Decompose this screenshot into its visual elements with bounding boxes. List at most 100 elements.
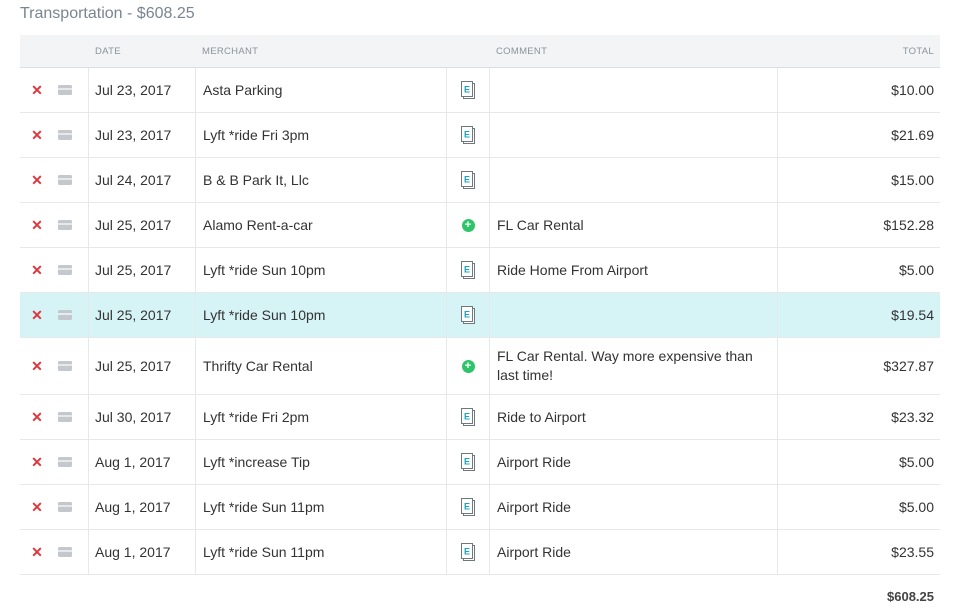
credit-card-icon[interactable] [58, 457, 72, 467]
delete-icon[interactable]: ✕ [31, 455, 43, 469]
expense-merchant: Lyft *ride Sun 11pm [203, 499, 325, 515]
delete-cell: ✕ [20, 113, 54, 157]
header-comment[interactable]: COMMENT [489, 35, 777, 68]
date-cell: Jul 23, 2017 [88, 113, 195, 157]
expense-total: $5.00 [898, 499, 934, 515]
delete-icon[interactable]: ✕ [31, 359, 43, 373]
payment-cell [54, 485, 88, 529]
receipt-icon[interactable]: E [461, 453, 475, 471]
expense-total: $21.69 [891, 127, 934, 143]
comment-cell[interactable]: Airport Ride [489, 440, 777, 484]
total-cell: $21.69 [777, 113, 940, 157]
expense-merchant: Lyft *increase Tip [203, 454, 310, 470]
receipt-icon[interactable]: E [461, 126, 475, 144]
comment-cell[interactable]: Ride to Airport [489, 395, 777, 439]
receipt-icon[interactable]: E [461, 306, 475, 324]
add-receipt-icon[interactable]: + [461, 218, 475, 232]
total-cell: $152.28 [777, 203, 940, 247]
delete-cell: ✕ [20, 338, 54, 394]
comment-cell[interactable]: Airport Ride [489, 530, 777, 574]
credit-card-icon[interactable] [58, 502, 72, 512]
section-title: Transportation - $608.25 [20, 5, 195, 22]
comment-cell[interactable]: Ride Home From Airport [489, 248, 777, 292]
delete-cell: ✕ [20, 248, 54, 292]
delete-cell: ✕ [20, 485, 54, 529]
delete-icon[interactable]: ✕ [31, 545, 43, 559]
date-cell: Jul 25, 2017 [88, 293, 195, 337]
credit-card-icon[interactable] [58, 547, 72, 557]
date-cell: Aug 1, 2017 [88, 440, 195, 484]
comment-cell[interactable] [489, 293, 777, 337]
header-total[interactable]: TOTAL [777, 35, 940, 68]
header-date[interactable]: DATE [88, 35, 195, 68]
delete-icon[interactable]: ✕ [31, 308, 43, 322]
receipt-icon[interactable]: E [461, 498, 475, 516]
merchant-cell: Lyft *ride Sun 11pm [195, 485, 446, 529]
receipt-icon[interactable]: E [461, 171, 475, 189]
date-cell: Jul 25, 2017 [88, 203, 195, 247]
table-row[interactable]: ✕ Jul 24, 2017 B & B Park It, Llc E $15.… [20, 158, 940, 203]
receipt-cell: E [446, 68, 489, 112]
credit-card-icon[interactable] [58, 361, 72, 371]
comment-cell[interactable] [489, 113, 777, 157]
table-row[interactable]: ✕ Jul 23, 2017 Lyft *ride Fri 3pm E $21.… [20, 113, 940, 158]
total-cell: $327.87 [777, 338, 940, 394]
receipt-cell: E [446, 248, 489, 292]
payment-cell [54, 248, 88, 292]
delete-icon[interactable]: ✕ [31, 410, 43, 424]
delete-cell: ✕ [20, 440, 54, 484]
table-row[interactable]: ✕ Aug 1, 2017 Lyft *ride Sun 11pm E Airp… [20, 530, 940, 575]
receipt-icon[interactable]: E [461, 408, 475, 426]
delete-cell: ✕ [20, 158, 54, 202]
expense-total: $5.00 [898, 454, 934, 470]
header-merchant[interactable]: MERCHANT [195, 35, 446, 68]
comment-cell[interactable] [489, 158, 777, 202]
credit-card-icon[interactable] [58, 310, 72, 320]
merchant-cell: Lyft *ride Fri 3pm [195, 113, 446, 157]
table-row[interactable]: ✕ Jul 25, 2017 Alamo Rent-a-car + FL Car… [20, 203, 940, 248]
delete-cell: ✕ [20, 203, 54, 247]
expense-date: Jul 25, 2017 [95, 262, 172, 278]
add-receipt-icon[interactable]: + [461, 359, 475, 373]
receipt-letter: E [464, 310, 470, 320]
total-cell: $23.55 [777, 530, 940, 574]
credit-card-icon[interactable] [58, 265, 72, 275]
credit-card-icon[interactable] [58, 85, 72, 95]
receipt-cell: E [446, 293, 489, 337]
total-cell: $19.54 [777, 293, 940, 337]
receipt-icon[interactable]: E [461, 81, 475, 99]
receipt-icon[interactable]: E [461, 543, 475, 561]
delete-icon[interactable]: ✕ [31, 218, 43, 232]
table-row[interactable]: ✕ Jul 25, 2017 Lyft *ride Sun 10pm E Rid… [20, 248, 940, 293]
table-row[interactable]: ✕ Jul 25, 2017 Thrifty Car Rental + FL C… [20, 338, 940, 395]
expense-merchant: Lyft *ride Sun 11pm [203, 544, 325, 560]
delete-icon[interactable]: ✕ [31, 263, 43, 277]
expense-date: Aug 1, 2017 [95, 544, 171, 560]
table-row[interactable]: ✕ Aug 1, 2017 Lyft *increase Tip E Airpo… [20, 440, 940, 485]
delete-icon[interactable]: ✕ [31, 500, 43, 514]
expense-merchant: Alamo Rent-a-car [203, 217, 313, 233]
expense-total: $23.55 [891, 544, 934, 560]
table-row[interactable]: ✕ Jul 23, 2017 Asta Parking E $10.00 [20, 68, 940, 113]
credit-card-icon[interactable] [58, 130, 72, 140]
expense-date: Jul 24, 2017 [95, 172, 172, 188]
table-row[interactable]: ✕ Aug 1, 2017 Lyft *ride Sun 11pm E Airp… [20, 485, 940, 530]
comment-cell[interactable] [489, 68, 777, 112]
comment-cell[interactable]: FL Car Rental [489, 203, 777, 247]
comment-cell[interactable]: FL Car Rental. Way more expensive than l… [489, 338, 777, 394]
credit-card-icon[interactable] [58, 175, 72, 185]
expense-date: Jul 25, 2017 [95, 307, 172, 323]
receipt-letter: E [464, 502, 470, 512]
delete-icon[interactable]: ✕ [31, 173, 43, 187]
receipt-icon[interactable]: E [461, 261, 475, 279]
expense-total: $15.00 [891, 172, 934, 188]
credit-card-icon[interactable] [58, 220, 72, 230]
delete-icon[interactable]: ✕ [31, 83, 43, 97]
table-row[interactable]: ✕ Jul 30, 2017 Lyft *ride Fri 2pm E Ride… [20, 395, 940, 440]
expense-date: Aug 1, 2017 [95, 454, 171, 470]
credit-card-icon[interactable] [58, 412, 72, 422]
table-row[interactable]: ✕ Jul 25, 2017 Lyft *ride Sun 10pm E $19… [20, 293, 940, 338]
expense-comment: Airport Ride [497, 543, 571, 560]
delete-icon[interactable]: ✕ [31, 128, 43, 142]
comment-cell[interactable]: Airport Ride [489, 485, 777, 529]
